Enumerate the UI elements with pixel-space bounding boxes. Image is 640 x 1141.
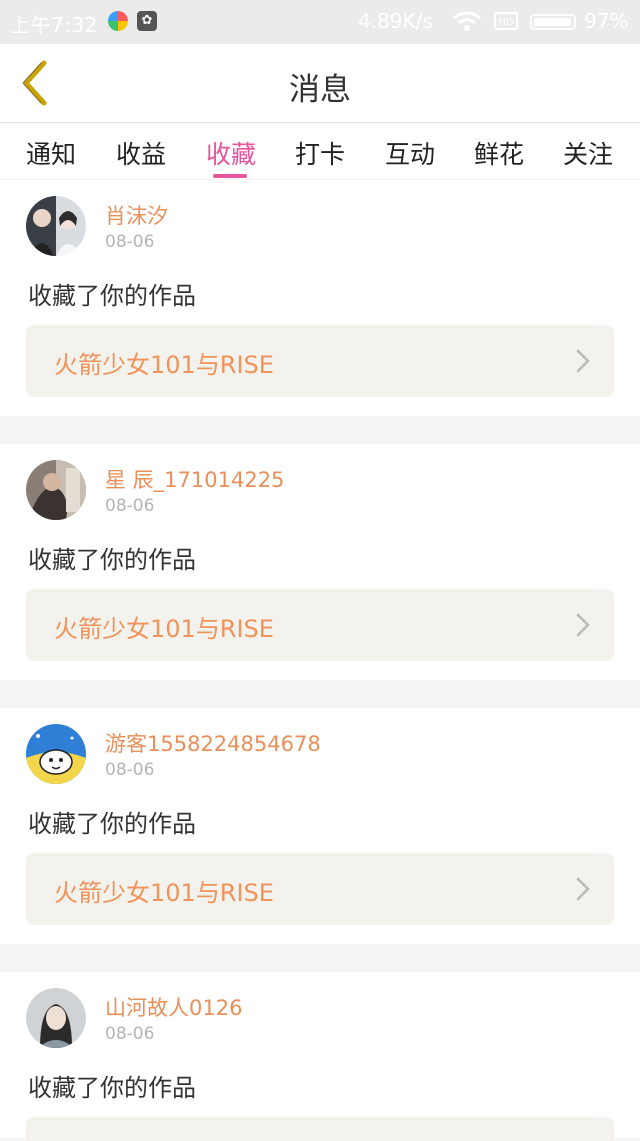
action-text: 收藏了你的作品 <box>28 1074 196 1102</box>
message-card: 星 辰_171014225 08-06 收藏了你的作品 火箭少女101与RISE <box>0 444 640 680</box>
battery-fill <box>534 18 571 26</box>
avatar[interactable] <box>26 196 86 256</box>
work-link[interactable] <box>26 1117 614 1141</box>
tab-flowers[interactable]: 鲜花 <box>474 135 524 171</box>
username[interactable]: 山河故人0126 <box>105 992 242 1022</box>
app-header: 消息 <box>0 44 640 123</box>
avatar[interactable] <box>26 460 86 520</box>
active-tab-indicator <box>213 174 247 178</box>
work-title: 火箭少女101与RISE <box>54 351 274 379</box>
chevron-right-icon <box>576 613 590 637</box>
tab-favorites[interactable]: 收藏 <box>206 135 256 171</box>
colorful-app-icon <box>108 11 128 31</box>
message-card: 肖沫汐 08-06 收藏了你的作品 火箭少女101与RISE <box>0 180 640 416</box>
chevron-right-icon <box>576 877 590 901</box>
message-card: 山河故人0126 08-06 收藏了你的作品 <box>0 972 640 1141</box>
tab-notifications[interactable]: 通知 <box>26 135 76 171</box>
work-link[interactable]: 火箭少女101与RISE <box>26 589 614 661</box>
tab-bar: 通知 收益 收藏 打卡 互动 鲜花 关注 <box>0 123 640 179</box>
message-date: 08-06 <box>105 760 155 780</box>
chevron-right-icon <box>576 349 590 373</box>
page-title: 消息 <box>289 72 351 108</box>
status-time: 上午7:32 <box>10 13 98 37</box>
network-speed: 4.89K/s <box>358 9 433 33</box>
avatar[interactable] <box>26 724 86 784</box>
battery-percent: 97% <box>584 9 629 33</box>
sim-icon: HD <box>494 12 518 30</box>
action-text: 收藏了你的作品 <box>28 546 196 574</box>
tab-follow[interactable]: 关注 <box>563 135 613 171</box>
status-bar: 上午7:32 ✿ 4.89K/s HD 97% <box>0 0 640 44</box>
message-date: 08-06 <box>105 496 155 516</box>
username[interactable]: 星 辰_171014225 <box>105 464 284 494</box>
tab-checkin[interactable]: 打卡 <box>295 135 345 171</box>
username[interactable]: 肖沫汐 <box>105 200 168 230</box>
battery-icon <box>530 14 576 30</box>
avatar[interactable] <box>26 988 86 1048</box>
username[interactable]: 游客1558224854678 <box>105 728 321 758</box>
tab-earnings[interactable]: 收益 <box>116 135 166 171</box>
app-icon: ✿ <box>137 11 157 31</box>
work-link[interactable]: 火箭少女101与RISE <box>26 325 614 397</box>
tab-interaction[interactable]: 互动 <box>385 135 435 171</box>
message-date: 08-06 <box>105 232 155 252</box>
work-link[interactable]: 火箭少女101与RISE <box>26 853 614 925</box>
wifi-icon <box>453 11 481 31</box>
message-date: 08-06 <box>105 1024 155 1044</box>
action-text: 收藏了你的作品 <box>28 810 196 838</box>
work-title: 火箭少女101与RISE <box>54 615 274 643</box>
message-card: 游客1558224854678 08-06 收藏了你的作品 火箭少女101与RI… <box>0 708 640 944</box>
action-text: 收藏了你的作品 <box>28 282 196 310</box>
work-title: 火箭少女101与RISE <box>54 879 274 907</box>
